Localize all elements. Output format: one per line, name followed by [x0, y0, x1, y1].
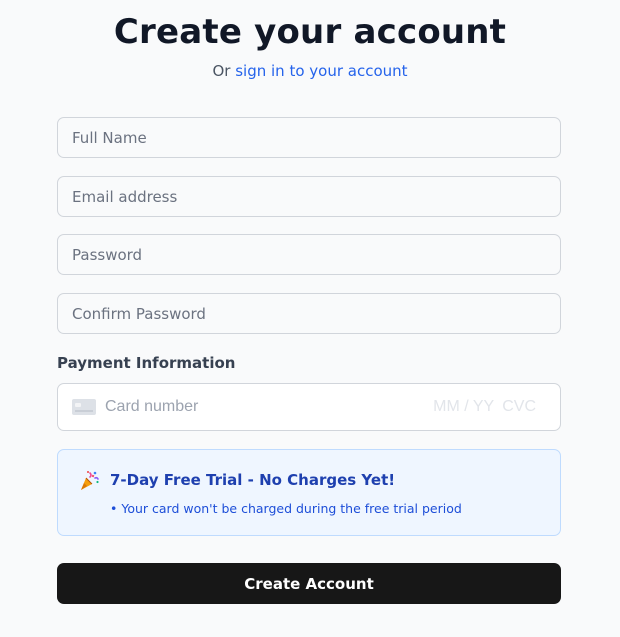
card-cvc-placeholder[interactable]: CVC	[502, 398, 536, 416]
card-expiry-placeholder[interactable]: MM / YY	[433, 398, 494, 416]
card-input[interactable]: Card number MM / YY CVC	[57, 383, 561, 431]
signup-page: Create your account Or sign in to your a…	[0, 0, 620, 637]
subtitle: Or sign in to your account	[0, 60, 620, 82]
trial-title: 7-Day Free Trial - No Charges Yet!	[110, 471, 396, 489]
full-name-input[interactable]	[57, 117, 561, 158]
page-title: Create your account	[113, 12, 507, 52]
card-number-placeholder[interactable]: Card number	[105, 398, 433, 416]
credit-card-icon	[72, 399, 96, 415]
subtitle-prefix: Or	[212, 62, 231, 80]
create-account-button[interactable]: Create Account	[57, 563, 561, 604]
party-popper-icon	[81, 471, 99, 490]
trial-note: • Your card won't be charged during the …	[110, 501, 462, 516]
password-input[interactable]	[57, 234, 561, 275]
signin-link[interactable]: sign in to your account	[235, 62, 407, 80]
free-trial-notice: 7-Day Free Trial - No Charges Yet! • You…	[57, 449, 561, 536]
payment-section-label: Payment Information	[57, 354, 236, 372]
confirm-password-input[interactable]	[57, 293, 561, 334]
email-input[interactable]	[57, 176, 561, 217]
